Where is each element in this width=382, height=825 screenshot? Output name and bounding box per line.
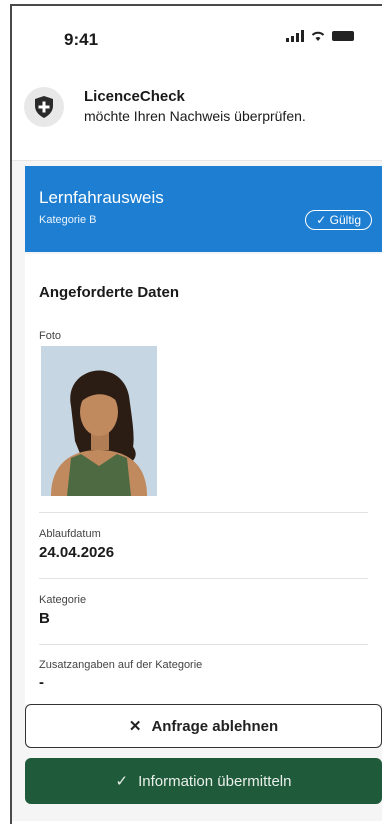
photo-label: Foto (39, 330, 62, 342)
field-value-expiry: 24.04.2026 (39, 544, 115, 561)
wifi-icon (311, 31, 325, 41)
shield-icon (35, 96, 53, 118)
requester-header: LicenceCheck möchte Ihren Nachweis überp… (12, 70, 382, 161)
status-time: 9:41 (64, 30, 99, 49)
requester-message: möchte Ihren Nachweis überprüfen. (84, 108, 306, 124)
field-value-category: B (39, 610, 50, 627)
divider (39, 512, 368, 513)
section-title: Angeforderte Daten (39, 284, 180, 301)
check-icon: ✓ (115, 773, 129, 790)
divider (39, 644, 368, 645)
field-label-category: Kategorie (39, 594, 87, 606)
credential-card[interactable]: Lernfahrausweis Kategorie B ✓ Gültig (25, 166, 382, 252)
check-icon: ✓ (316, 213, 327, 227)
field-label-expiry: Ablaufdatum (39, 528, 101, 540)
close-icon: ✕ (128, 718, 142, 735)
status-badge-label: Gültig (329, 213, 361, 227)
signal-icon (286, 30, 304, 42)
phone-screen: 9:41 LicenceCheck möchte Ihren Nachweis … (10, 4, 382, 824)
divider (39, 578, 368, 579)
decline-button-label: Anfrage ablehnen (151, 717, 279, 735)
decline-button[interactable]: ✕ Anfrage ablehnen (25, 704, 382, 748)
portrait-image (41, 346, 157, 496)
field-label-extras: Zusatzangaben auf der Kategorie (39, 659, 203, 671)
field-value-extras: - (39, 674, 44, 691)
requested-data-panel: Angeforderte Daten Foto Ablaufdatum 24.0… (25, 254, 382, 704)
status-bar: 9:41 (12, 6, 382, 70)
credential-subtitle: Kategorie B (39, 214, 97, 226)
battery-icon (332, 31, 354, 41)
portrait-photo (41, 346, 157, 496)
submit-button-label: Information übermitteln (138, 772, 292, 790)
credential-title: Lernfahrausweis (39, 188, 164, 207)
submit-button[interactable]: ✓ Information übermitteln (25, 758, 382, 804)
requester-name: LicenceCheck (84, 88, 185, 105)
status-icons (286, 30, 354, 42)
requester-logo (24, 87, 64, 127)
status-badge: ✓ Gültig (305, 210, 372, 230)
